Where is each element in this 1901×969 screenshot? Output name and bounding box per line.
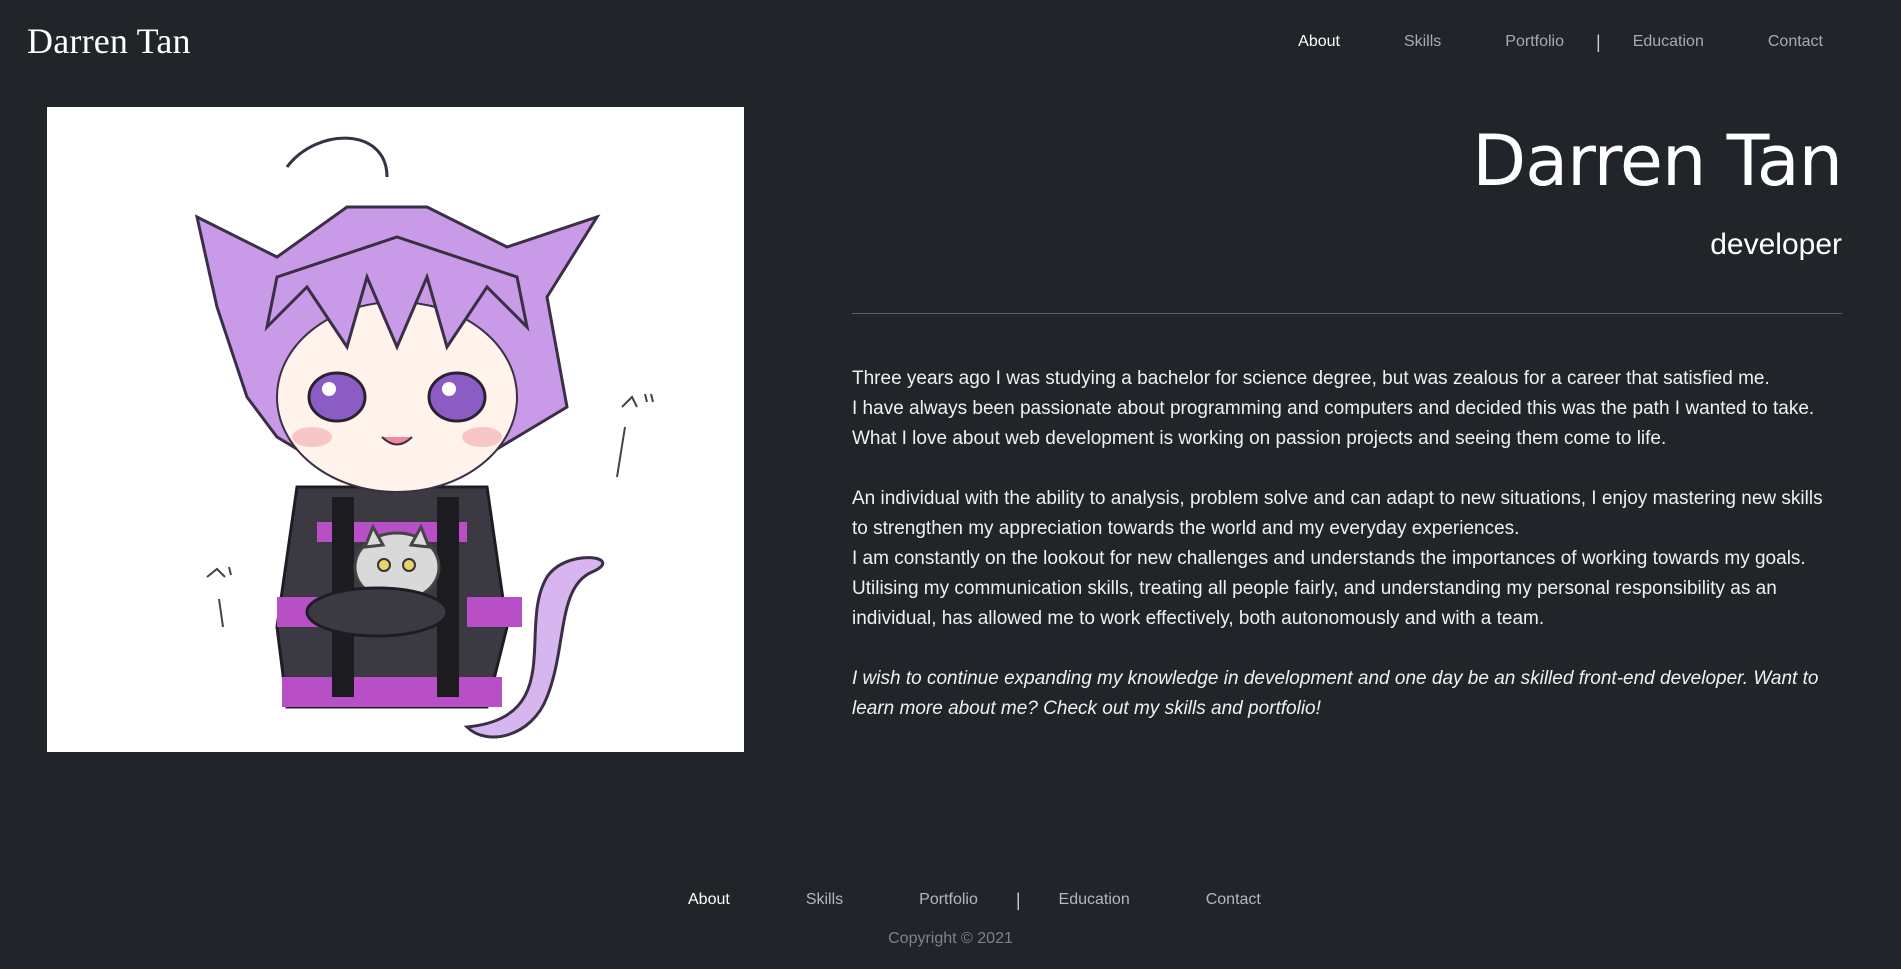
profile-image	[47, 107, 744, 752]
about-content: Darren Tan developer Three years ago I w…	[852, 107, 1843, 754]
chibi-catgirl-icon	[47, 107, 744, 752]
bio: Three years ago I was studying a bachelo…	[852, 364, 1842, 724]
footer-nav-contact[interactable]: Contact	[1168, 889, 1299, 911]
hero-name: Darren Tan	[1472, 120, 1843, 202]
footer-nav: About Skills Portfolio | Education Conta…	[650, 889, 1299, 911]
footer-nav-education[interactable]: Education	[1021, 889, 1168, 911]
copyright: Copyright © 2021	[888, 930, 1013, 947]
footer-nav-skills[interactable]: Skills	[768, 889, 881, 911]
nav-portfolio[interactable]: Portfolio	[1473, 31, 1596, 53]
nav-contact[interactable]: Contact	[1736, 31, 1855, 53]
nav-education[interactable]: Education	[1601, 31, 1736, 53]
bio-line: Utilising my communication skills, treat…	[852, 578, 1777, 629]
bio-line: An individual with the ability to analys…	[852, 488, 1823, 539]
footer-nav-portfolio[interactable]: Portfolio	[881, 889, 1016, 911]
bio-line: Three years ago I was studying a bachelo…	[852, 368, 1770, 389]
bio-paragraph-3: I wish to continue expanding my knowledg…	[852, 668, 1819, 719]
footer-nav-about[interactable]: About	[650, 889, 768, 911]
nav-skills[interactable]: Skills	[1372, 31, 1473, 53]
bio-line: I have always been passionate about prog…	[852, 398, 1815, 419]
top-nav: About Skills Portfolio | Education Conta…	[1266, 31, 1855, 53]
bio-paragraph-2: An individual with the ability to analys…	[852, 484, 1842, 634]
brand-logo[interactable]: Darren Tan	[27, 20, 191, 62]
section-divider	[852, 313, 1842, 314]
nav-about[interactable]: About	[1266, 31, 1372, 53]
bio-paragraph-1: Three years ago I was studying a bachelo…	[852, 364, 1842, 454]
bio-line: What I love about web development is wor…	[852, 428, 1667, 449]
bio-line: I am constantly on the lookout for new c…	[852, 548, 1806, 569]
hero-title: developer	[1710, 228, 1842, 261]
